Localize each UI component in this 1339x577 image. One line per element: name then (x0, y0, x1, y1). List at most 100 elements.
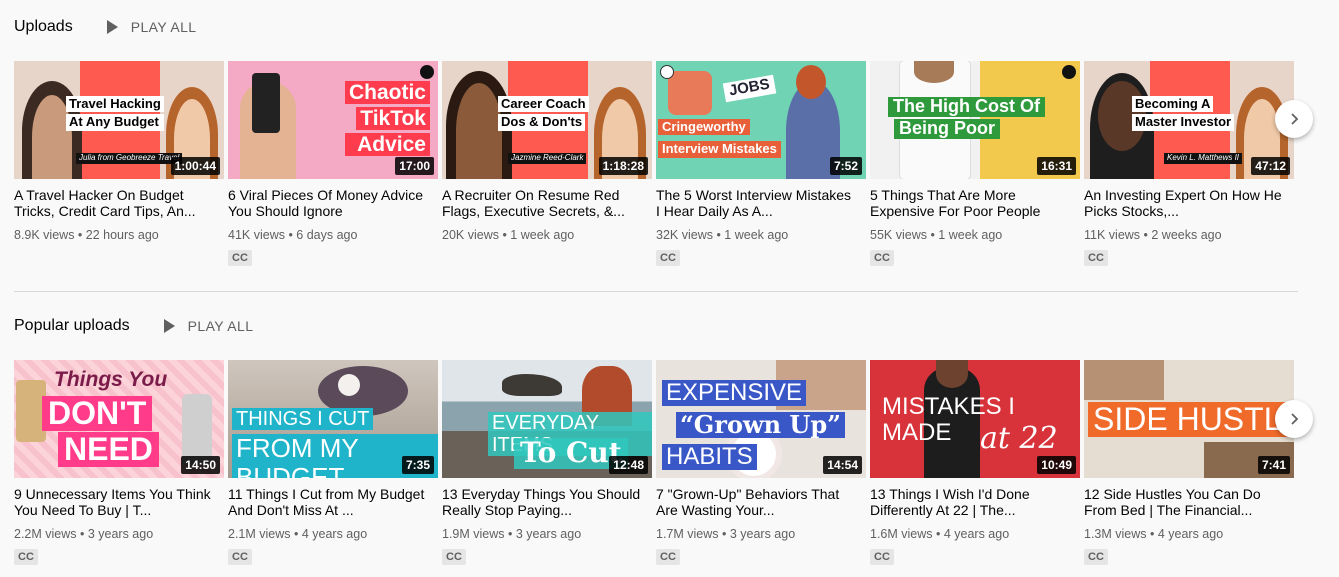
video-thumbnail[interactable]: Chaotic TikTok Advice 17:00 (228, 61, 438, 179)
video-duration: 7:52 (829, 157, 862, 175)
thumb-caption: Interview Mistakes (658, 141, 781, 158)
video-card[interactable]: Chaotic TikTok Advice 17:00 6 Viral Piec… (228, 61, 438, 266)
thumb-caption: “Grown Up” (676, 411, 845, 439)
video-card[interactable]: Career Coach Dos & Don'ts Jazmine Reed-C… (442, 61, 652, 266)
video-card[interactable]: SIDE HUSTLES 7:41 12 Side Hustles You Ca… (1084, 360, 1294, 565)
popular-uploads-title[interactable]: Popular uploads (14, 317, 130, 335)
thumb-caption: Master Investor (1132, 114, 1235, 131)
video-card[interactable]: Travel Hacking At Any Budget Julia from … (14, 61, 224, 266)
thumb-subcaption: Julia from Geobreeze Travel (76, 153, 183, 164)
video-title[interactable]: 9 Unnecessary Items You Think You Need T… (14, 486, 224, 518)
uploads-row: Travel Hacking At Any Budget Julia from … (14, 61, 1298, 266)
video-thumbnail[interactable]: Things You DON'T NEED 14:50 (14, 360, 224, 478)
video-thumbnail[interactable]: THINGS I CUT FROM MY BUDGET 7:35 (228, 360, 438, 478)
video-title[interactable]: 6 Viral Pieces Of Money Advice You Shoul… (228, 187, 438, 219)
channel-logo-icon (420, 65, 434, 79)
uploads-header: Uploads PLAY ALL (14, 12, 1298, 42)
chevron-right-icon (1291, 113, 1299, 125)
section-divider (14, 291, 1298, 292)
thumb-caption: At Any Budget (66, 114, 164, 131)
cc-badge: CC (14, 549, 38, 565)
thumb-caption: NEED (58, 431, 159, 468)
video-thumbnail[interactable]: Career Coach Dos & Don'ts Jazmine Reed-C… (442, 61, 652, 179)
thumb-caption: Advice (344, 133, 430, 157)
video-thumbnail[interactable]: Travel Hacking At Any Budget Julia from … (14, 61, 224, 179)
thumb-caption: Things You (54, 368, 168, 391)
video-thumbnail[interactable]: The High Cost Of Being Poor 16:31 (870, 61, 1080, 179)
thumb-subcaption: Jazmine Reed-Clark (508, 153, 587, 164)
uploads-title[interactable]: Uploads (14, 18, 73, 36)
video-duration: 17:00 (395, 157, 434, 175)
play-all-label: PLAY ALL (130, 19, 197, 35)
video-meta: 20K views • 1 week ago (442, 228, 575, 242)
thumb-caption: Becoming A (1132, 96, 1214, 113)
uploads-section: Uploads PLAY ALL Travel Hacking At Any B… (14, 12, 1298, 266)
video-thumbnail[interactable]: Becoming A Master Investor Kevin L. Matt… (1084, 61, 1294, 179)
thumb-caption: Being Poor (894, 118, 1001, 139)
channel-logo-icon (660, 65, 674, 79)
thumb-caption: The High Cost Of (888, 96, 1045, 117)
uploads-next-button[interactable] (1275, 100, 1313, 138)
popular-uploads-row: Things You DON'T NEED 14:50 9 Unnecessar… (14, 360, 1298, 565)
thumb-caption: at 22 (980, 421, 1058, 456)
video-meta: 11K views • 2 weeks ago (1084, 228, 1222, 242)
video-title[interactable]: The 5 Worst Interview Mistakes I Hear Da… (656, 187, 866, 219)
thumb-caption: Cringeworthy (658, 119, 750, 136)
video-meta: 55K views • 1 week ago (870, 228, 1003, 242)
video-thumbnail[interactable]: MISTAKES I MADE at 22 10:49 (870, 360, 1080, 478)
cc-badge: CC (870, 549, 894, 565)
thumb-caption: SIDE HUSTLES (1088, 401, 1294, 438)
thumb-caption: EXPENSIVE (662, 379, 807, 407)
thumb-caption: HABITS (662, 443, 757, 471)
popular-next-button[interactable] (1275, 400, 1313, 438)
video-meta: 1.6M views • 4 years ago (870, 527, 1010, 541)
play-icon (163, 319, 175, 333)
video-card[interactable]: Things You DON'T NEED 14:50 9 Unnecessar… (14, 360, 224, 565)
video-title[interactable]: 13 Everyday Things You Should Really Sto… (442, 486, 652, 518)
thumb-caption: Travel Hacking (66, 96, 164, 113)
video-duration: 7:35 (401, 456, 434, 474)
cc-badge: CC (656, 549, 680, 565)
video-card[interactable]: THINGS I CUT FROM MY BUDGET 7:35 11 Thin… (228, 360, 438, 565)
video-card[interactable]: MISTAKES I MADE at 22 10:49 13 Things I … (870, 360, 1080, 565)
video-title[interactable]: A Travel Hacker On Budget Tricks, Credit… (14, 187, 224, 219)
video-card[interactable]: EVERYDAY ITEMS To Cut 12:48 13 Everyday … (442, 360, 652, 565)
video-duration: 14:54 (823, 456, 862, 474)
video-title[interactable]: A Recruiter On Resume Red Flags, Executi… (442, 187, 652, 219)
video-meta: 1.9M views • 3 years ago (442, 527, 582, 541)
video-meta: 2.1M views • 4 years ago (228, 527, 368, 541)
video-thumbnail[interactable]: JOBS Cringeworthy Interview Mistakes 7:5… (656, 61, 866, 179)
cc-badge: CC (442, 549, 466, 565)
cc-badge: CC (870, 250, 894, 266)
video-duration: 7:41 (1257, 456, 1290, 474)
uploads-play-all-button[interactable]: PLAY ALL (106, 19, 197, 35)
popular-uploads-header: Popular uploads PLAY ALL (14, 311, 1298, 341)
video-card[interactable]: JOBS Cringeworthy Interview Mistakes 7:5… (656, 61, 866, 266)
thumb-subcaption: Kevin L. Matthews II (1164, 153, 1243, 164)
cc-badge: CC (228, 250, 252, 266)
video-title[interactable]: 13 Things I Wish I'd Done Differently At… (870, 486, 1080, 518)
video-thumbnail[interactable]: SIDE HUSTLES 7:41 (1084, 360, 1294, 478)
video-thumbnail[interactable]: EXPENSIVE “Grown Up” HABITS 14:54 (656, 360, 866, 478)
play-all-label: PLAY ALL (187, 318, 254, 334)
cc-badge: CC (1084, 250, 1108, 266)
video-card[interactable]: The High Cost Of Being Poor 16:31 5 Thin… (870, 61, 1080, 266)
video-meta: 2.2M views • 3 years ago (14, 527, 154, 541)
video-title[interactable]: 11 Things I Cut from My Budget And Don't… (228, 486, 438, 518)
thumb-caption: Career Coach (498, 96, 589, 113)
video-duration: 1:00:44 (170, 157, 220, 175)
video-title[interactable]: An Investing Expert On How He Picks Stoc… (1084, 187, 1294, 219)
video-card[interactable]: Becoming A Master Investor Kevin L. Matt… (1084, 61, 1294, 266)
video-title[interactable]: 12 Side Hustles You Can Do From Bed | Th… (1084, 486, 1294, 518)
video-duration: 10:49 (1037, 456, 1076, 474)
popular-play-all-button[interactable]: PLAY ALL (163, 318, 254, 334)
video-card[interactable]: EXPENSIVE “Grown Up” HABITS 14:54 7 "Gro… (656, 360, 866, 565)
video-duration: 47:12 (1251, 157, 1290, 175)
video-title[interactable]: 5 Things That Are More Expensive For Poo… (870, 187, 1080, 219)
video-meta: 1.7M views • 3 years ago (656, 527, 796, 541)
video-thumbnail[interactable]: EVERYDAY ITEMS To Cut 12:48 (442, 360, 652, 478)
video-title[interactable]: 7 "Grown-Up" Behaviors That Are Wasting … (656, 486, 866, 518)
cc-badge: CC (228, 549, 252, 565)
channel-logo-icon (1062, 65, 1076, 79)
cc-badge: CC (1084, 549, 1108, 565)
